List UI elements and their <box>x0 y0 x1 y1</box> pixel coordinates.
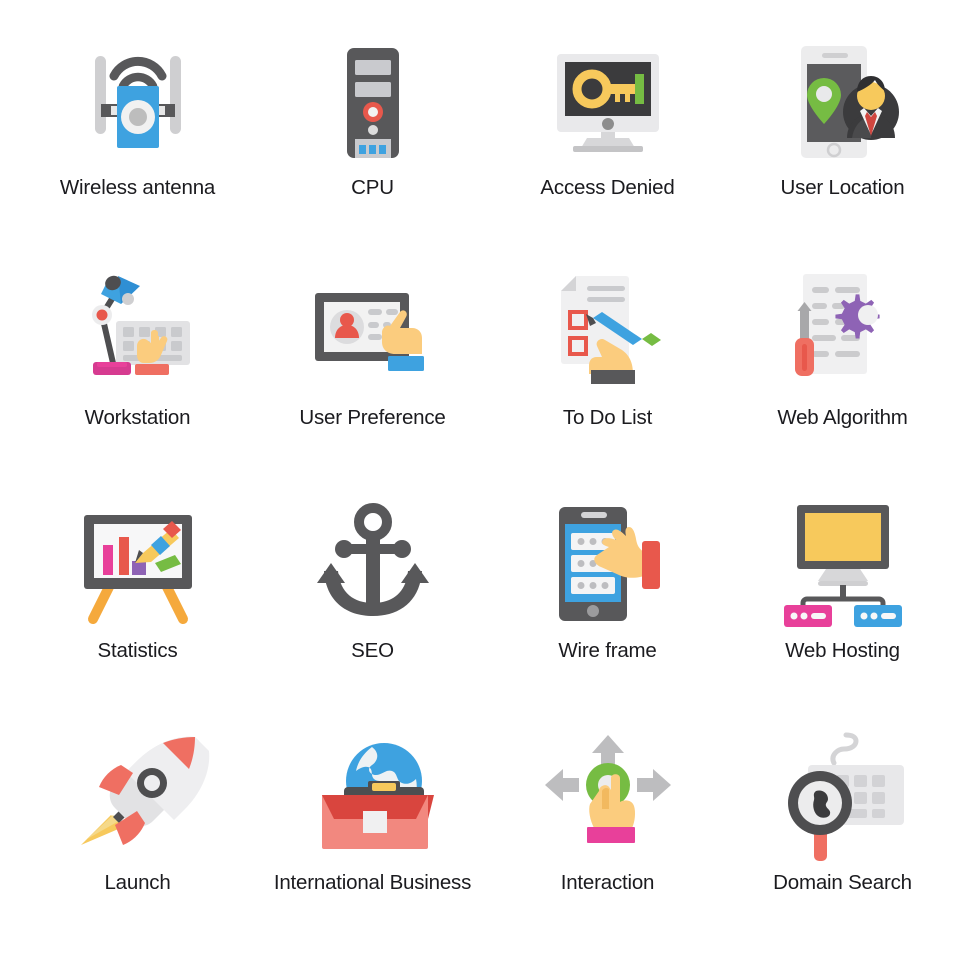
user-preference-icon <box>308 268 438 398</box>
icon-label: Web Hosting <box>785 639 900 662</box>
icon-label: Web Algorithm <box>777 405 908 429</box>
user-location-icon <box>778 38 908 168</box>
web-algorithm-icon <box>778 268 908 398</box>
icon-label: Wire frame <box>558 639 657 662</box>
icon-label: Statistics <box>97 639 178 662</box>
icon-grid: Wireless antenna CPU Access Denied User … <box>0 0 980 980</box>
icon-cell-web-algorithm[interactable]: Web Algorithm <box>725 262 960 494</box>
icon-cell-statistics[interactable]: Statistics <box>20 493 255 725</box>
icon-cell-launch[interactable]: Launch <box>20 725 255 957</box>
wire-frame-icon <box>543 501 673 631</box>
icon-label: Domain Search <box>773 870 912 894</box>
web-hosting-icon <box>778 501 908 631</box>
icon-label: To Do List <box>562 405 653 429</box>
statistics-icon <box>73 501 203 631</box>
workstation-icon <box>73 268 203 398</box>
interaction-icon <box>543 733 673 863</box>
icon-label: Workstation <box>84 405 191 429</box>
icon-cell-user-preference[interactable]: User Preference <box>255 262 490 494</box>
icon-label: User Preference <box>299 405 446 429</box>
icon-cell-workstation[interactable]: Workstation <box>20 262 255 494</box>
icon-cell-domain-search[interactable]: Domain Search <box>725 725 960 957</box>
rocket-icon <box>73 733 209 863</box>
icon-label: Access Denied <box>540 176 675 199</box>
icon-cell-seo[interactable]: SEO <box>255 493 490 725</box>
icon-cell-wireless-antenna[interactable]: Wireless antenna <box>20 30 255 262</box>
icon-cell-international-business[interactable]: International Business <box>255 725 490 957</box>
cpu-icon <box>308 38 438 168</box>
icon-cell-web-hosting[interactable]: Web Hosting <box>725 493 960 725</box>
icon-cell-access-denied[interactable]: Access Denied <box>490 30 725 262</box>
to-do-list-icon <box>543 268 673 398</box>
icon-cell-wire-frame[interactable]: Wire frame <box>490 493 725 725</box>
icon-label: International Business <box>273 870 472 894</box>
icon-label: Launch <box>104 870 171 894</box>
icon-label: CPU <box>351 176 394 199</box>
icon-label: Interaction <box>560 870 655 894</box>
icon-label: SEO <box>351 639 394 662</box>
wireless-antenna-icon <box>73 38 203 168</box>
access-denied-icon <box>543 38 673 168</box>
icon-label: User Location <box>780 176 905 199</box>
icon-cell-cpu[interactable]: CPU <box>255 30 490 262</box>
icon-cell-interaction[interactable]: Interaction <box>490 725 725 957</box>
anchor-icon <box>308 501 438 631</box>
icon-label: Wireless antenna <box>59 176 216 199</box>
domain-search-icon <box>778 732 908 863</box>
icon-cell-to-do-list[interactable]: To Do List <box>490 262 725 494</box>
international-business-icon <box>308 733 438 863</box>
icon-cell-user-location[interactable]: User Location <box>725 30 960 262</box>
